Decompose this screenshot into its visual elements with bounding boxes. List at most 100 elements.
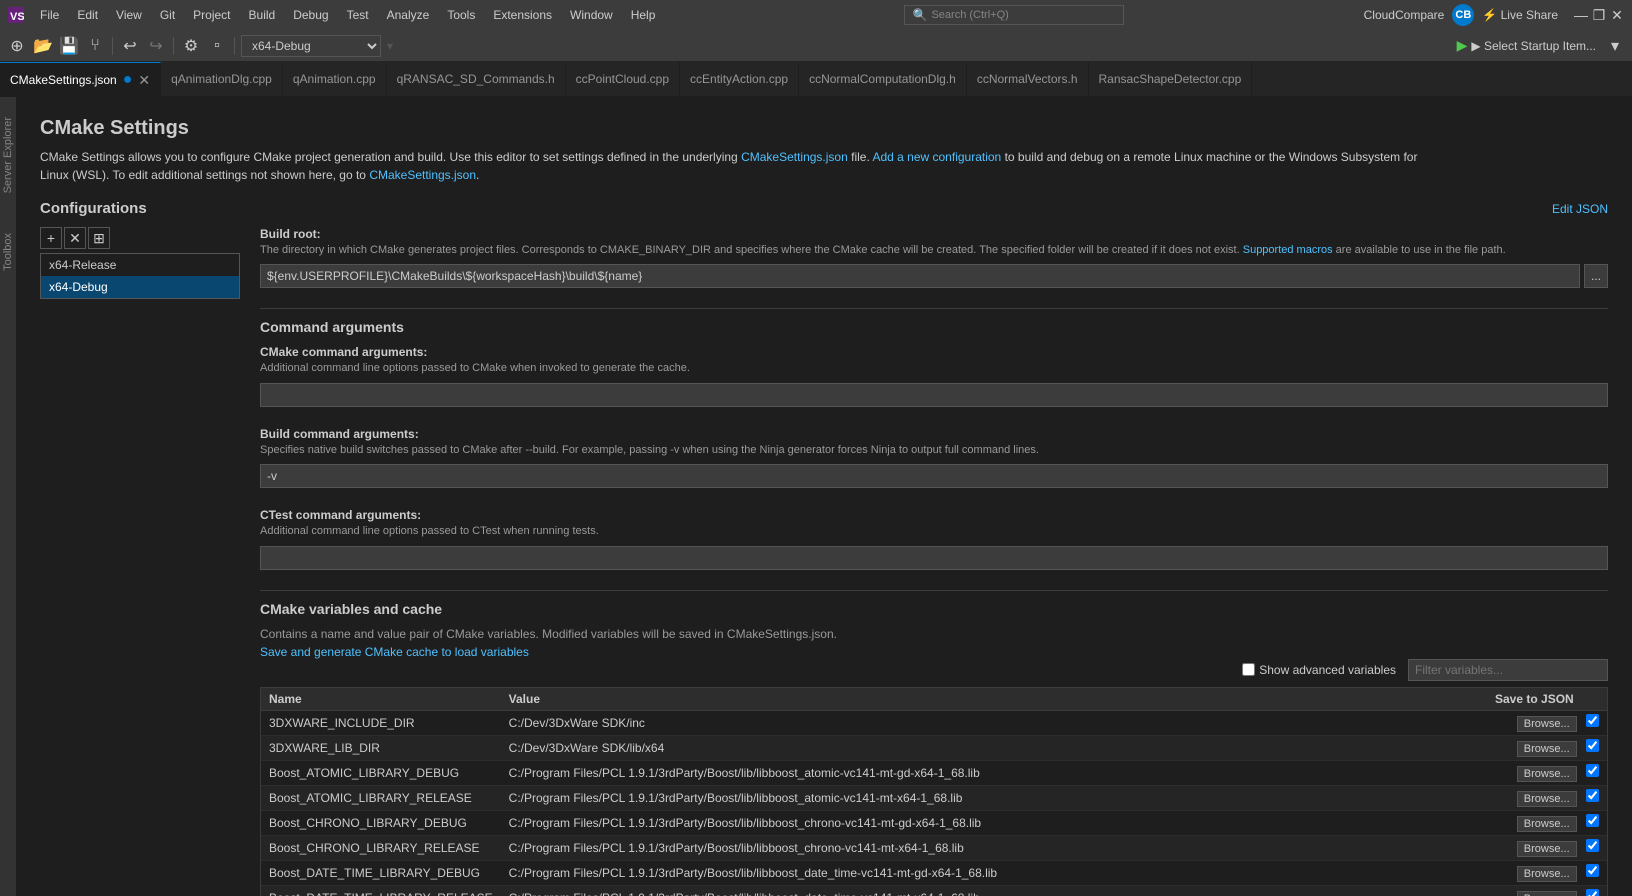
menu-view[interactable]: View xyxy=(108,6,150,24)
var-value-cell[interactable] xyxy=(501,735,1487,760)
extra-btn[interactable]: ▫ xyxy=(206,35,228,57)
extra-dropdown-btn[interactable]: ▾ xyxy=(1604,35,1626,57)
config-item-debug[interactable]: x64-Debug xyxy=(41,276,239,298)
var-browse-btn[interactable]: Browse... xyxy=(1517,866,1577,882)
menu-git[interactable]: Git xyxy=(152,6,183,24)
edit-json-btn[interactable]: Edit JSON xyxy=(1552,202,1608,216)
var-value-cell[interactable] xyxy=(501,860,1487,885)
menu-analyze[interactable]: Analyze xyxy=(379,6,438,24)
ctest-args-input[interactable] xyxy=(260,546,1608,570)
cmake-settings-link-2[interactable]: CMakeSettings.json xyxy=(369,168,476,182)
menu-project[interactable]: Project xyxy=(185,6,238,24)
var-value-input[interactable] xyxy=(509,766,1479,780)
menu-file[interactable]: File xyxy=(32,6,67,24)
desc-text-1: CMake Settings allows you to configure C… xyxy=(40,150,741,164)
cmake-settings-link-1[interactable]: CMakeSettings.json xyxy=(741,150,848,164)
show-advanced-checkbox-label[interactable]: Show advanced variables xyxy=(1242,663,1396,677)
minimize-btn[interactable]: — xyxy=(1574,8,1588,22)
menu-window[interactable]: Window xyxy=(562,6,621,24)
undo-btn[interactable]: ↩ xyxy=(119,35,141,57)
var-value-input[interactable] xyxy=(509,841,1479,855)
var-value-input[interactable] xyxy=(509,866,1479,880)
tab-ccnormalcomputation[interactable]: ccNormalComputationDlg.h xyxy=(799,62,967,96)
search-box[interactable]: 🔍 Search (Ctrl+Q) xyxy=(904,5,1124,25)
clone-config-btn[interactable]: ⊞ xyxy=(88,227,110,249)
build-root-input-row: ... xyxy=(260,264,1608,288)
settings-btn[interactable]: ⚙ xyxy=(180,35,202,57)
build-root-label: Build root: xyxy=(260,227,1608,241)
var-value-input[interactable] xyxy=(509,741,1479,755)
tab-close-btn[interactable]: ✕ xyxy=(138,73,150,87)
filter-input[interactable] xyxy=(1408,659,1608,681)
live-share-btn[interactable]: ⚡ Live Share xyxy=(1482,8,1558,22)
var-value-cell[interactable] xyxy=(501,760,1487,785)
save-generate-link[interactable]: Save and generate CMake cache to load va… xyxy=(260,645,529,659)
menu-edit[interactable]: Edit xyxy=(69,6,106,24)
command-args-title: Command arguments xyxy=(260,308,1608,335)
var-save-checkbox[interactable] xyxy=(1586,789,1599,802)
tab-ccpointcloud[interactable]: ccPointCloud.cpp xyxy=(566,62,680,96)
var-value-cell[interactable] xyxy=(501,835,1487,860)
var-browse-btn[interactable]: Browse... xyxy=(1517,741,1577,757)
build-args-input[interactable] xyxy=(260,464,1608,488)
page-description: CMake Settings allows you to configure C… xyxy=(40,148,1440,184)
tab-ccnormalvectors[interactable]: ccNormalVectors.h xyxy=(967,62,1089,96)
var-value-cell[interactable] xyxy=(501,785,1487,810)
menu-build[interactable]: Build xyxy=(241,6,284,24)
var-value-input[interactable] xyxy=(509,716,1479,730)
menu-test[interactable]: Test xyxy=(339,6,377,24)
var-save-checkbox[interactable] xyxy=(1586,864,1599,877)
var-save-checkbox[interactable] xyxy=(1586,714,1599,727)
menu-debug[interactable]: Debug xyxy=(285,6,336,24)
var-save-checkbox[interactable] xyxy=(1586,889,1599,896)
var-name-cell: Boost_CHRONO_LIBRARY_DEBUG xyxy=(261,810,501,835)
cmake-args-input[interactable] xyxy=(260,383,1608,407)
save-btn[interactable]: 💾 xyxy=(58,35,80,57)
var-save-checkbox[interactable] xyxy=(1586,814,1599,827)
remove-config-btn[interactable]: ✕ xyxy=(64,227,86,249)
var-save-checkbox[interactable] xyxy=(1586,839,1599,852)
supported-macros-link[interactable]: Supported macros xyxy=(1243,244,1333,256)
add-config-btn[interactable]: + xyxy=(40,227,62,249)
new-project-btn[interactable]: ⊕ xyxy=(6,35,28,57)
config-item-release[interactable]: x64-Release xyxy=(41,254,239,276)
tab-qanimationdlg[interactable]: qAnimationDlg.cpp xyxy=(161,62,283,96)
var-value-input[interactable] xyxy=(509,816,1479,830)
redo-btn[interactable]: ↪ xyxy=(145,35,167,57)
config-dropdown[interactable]: x64-Debug xyxy=(241,35,381,57)
toolbox-label[interactable]: Toolbox xyxy=(2,233,14,271)
var-browse-btn[interactable]: Browse... xyxy=(1517,716,1577,732)
build-root-browse-btn[interactable]: ... xyxy=(1584,264,1608,288)
var-save-checkbox[interactable] xyxy=(1586,739,1599,752)
var-browse-btn[interactable]: Browse... xyxy=(1517,891,1577,896)
open-btn[interactable]: 📂 xyxy=(32,35,54,57)
menu-help[interactable]: Help xyxy=(623,6,664,24)
menu-extensions[interactable]: Extensions xyxy=(485,6,560,24)
build-root-input[interactable] xyxy=(260,264,1580,288)
var-save-checkbox[interactable] xyxy=(1586,764,1599,777)
show-advanced-checkbox[interactable] xyxy=(1242,663,1255,676)
menu-tools[interactable]: Tools xyxy=(439,6,483,24)
var-value-input[interactable] xyxy=(509,891,1479,896)
var-browse-btn[interactable]: Browse... xyxy=(1517,791,1577,807)
tab-cmake-settings[interactable]: CMakeSettings.json ● ✕ xyxy=(0,62,161,96)
tab-qransac[interactable]: qRANSAC_SD_Commands.h xyxy=(387,62,566,96)
maximize-btn[interactable]: ❐ xyxy=(1592,8,1606,22)
var-value-cell[interactable] xyxy=(501,885,1487,896)
var-browse-btn[interactable]: Browse... xyxy=(1517,816,1577,832)
play-startup-btn[interactable]: ▶ ▶ Select Startup Item... xyxy=(1453,35,1600,56)
var-value-cell[interactable] xyxy=(501,810,1487,835)
var-browse-btn[interactable]: Browse... xyxy=(1517,766,1577,782)
tab-ransacshapedetector[interactable]: RansacShapeDetector.cpp xyxy=(1089,62,1253,96)
content-area: CMake Settings CMake Settings allows you… xyxy=(16,97,1632,896)
var-value-cell[interactable] xyxy=(501,710,1487,735)
var-browse-btn[interactable]: Browse... xyxy=(1517,841,1577,857)
tab-ccentityaction[interactable]: ccEntityAction.cpp xyxy=(680,62,799,96)
git-btn[interactable]: ⑂ xyxy=(84,35,106,57)
var-value-input[interactable] xyxy=(509,791,1479,805)
tab-qanimation[interactable]: qAnimation.cpp xyxy=(283,62,387,96)
var-actions-cell: Browse... xyxy=(1487,760,1607,785)
add-config-link[interactable]: Add a new configuration xyxy=(872,150,1001,164)
server-explorer-label[interactable]: Server Explorer xyxy=(2,117,14,193)
close-btn[interactable]: ✕ xyxy=(1610,8,1624,22)
